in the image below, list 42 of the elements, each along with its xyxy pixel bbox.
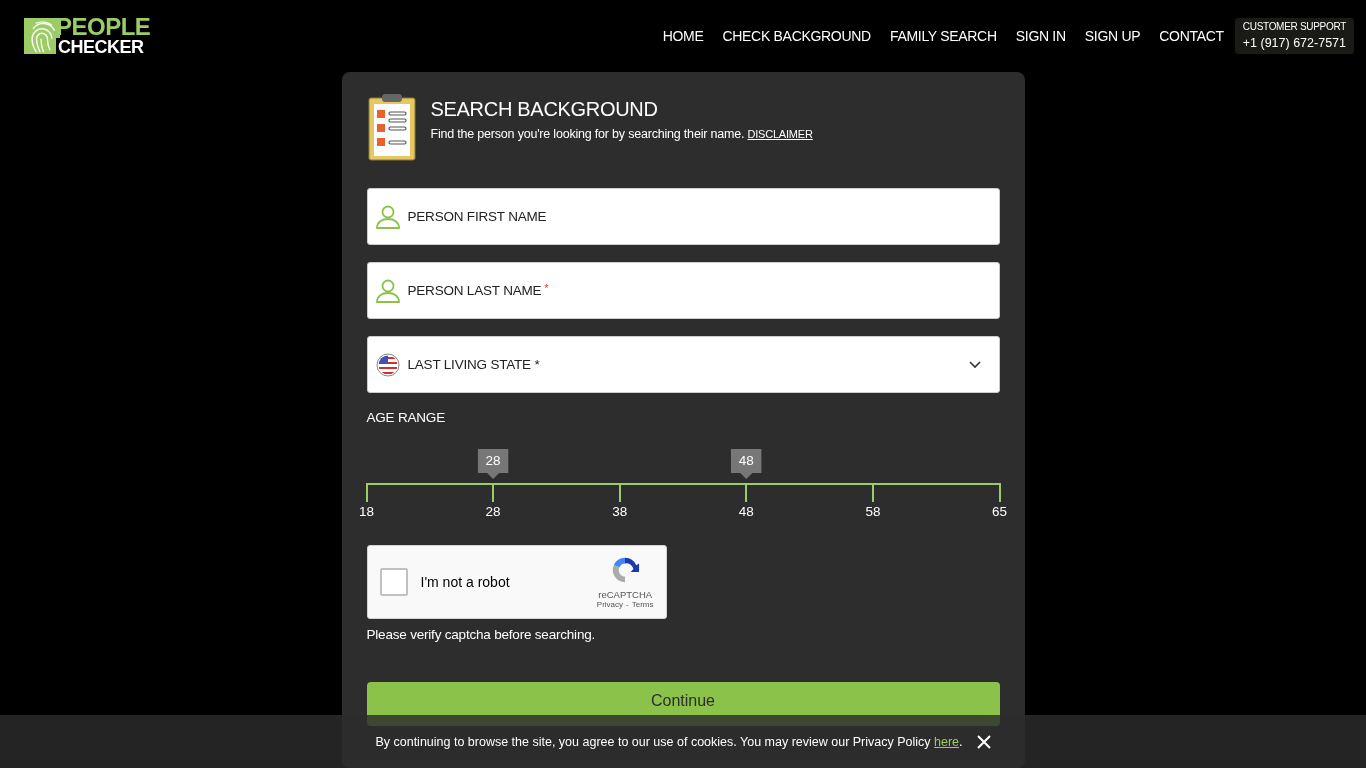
- logo-text[interactable]: PEOPLE: [56, 16, 151, 38]
- form-subtitle: Find the person you're looking for by searching their name. DISCLAIMER: [430, 127, 813, 141]
- age-range-label: AGE RANGE: [366, 410, 446, 425]
- nav-link[interactable]: SIGN IN: [1015, 28, 1066, 44]
- nav-link[interactable]: CONTACT: [1159, 28, 1224, 44]
- clipboard-icon: [366, 92, 417, 162]
- terms-link[interactable]: Terms: [631, 600, 654, 609]
- slider-handle[interactable]: 48: [730, 449, 762, 479]
- nav-link[interactable]: HOME: [662, 28, 704, 44]
- flag-icon: [375, 352, 400, 377]
- recaptcha-logo-icon: [610, 555, 641, 585]
- nav-link[interactable]: SIGN UP: [1084, 28, 1141, 44]
- tick-label: 38: [612, 504, 628, 520]
- nav-link[interactable]: FAMILY SEARCH: [889, 28, 997, 44]
- close-icon[interactable]: [976, 734, 991, 749]
- fingerprint-icon: [24, 16, 60, 56]
- input-field[interactable]: PERSON LAST NAME *: [366, 262, 1000, 319]
- tick-label: 48: [738, 504, 754, 520]
- cookie-notice-text: By continuing to browse the site, you agree to our use of cookies. You may review our Privacy Policy here.: [375, 734, 963, 749]
- captcha-error-message: Please verify captcha before searching.: [366, 627, 597, 642]
- form-title: SEARCH BACKGROUND: [430, 98, 659, 121]
- input-field[interactable]: PERSON FIRST NAME: [366, 188, 1000, 245]
- disclaimer-link[interactable]: DISCLAIMER: [747, 128, 813, 140]
- captcha-checkbox[interactable]: [379, 568, 408, 596]
- privacy-policy-link[interactable]: here: [934, 734, 960, 749]
- person-icon: [375, 203, 400, 230]
- recaptcha-brand: reCAPTCHA: [598, 589, 653, 600]
- nav-link[interactable]: CHECK BACKGROUND: [722, 28, 871, 44]
- support-box[interactable]: CUSTOMER SUPPORT +1 (917) 672-7571: [1234, 18, 1354, 54]
- slider-handle[interactable]: 28: [477, 449, 509, 479]
- support-label: CUSTOMER SUPPORT: [1242, 21, 1346, 32]
- link-separator: -: [626, 600, 629, 609]
- tick-label: 58: [865, 504, 881, 520]
- tick-label: 28: [485, 504, 501, 520]
- select-field[interactable]: LAST LIVING STATE *: [366, 336, 1000, 393]
- privacy-link[interactable]: Privacy: [596, 600, 624, 609]
- person-icon: [375, 277, 400, 304]
- tick-label: 18: [359, 504, 374, 520]
- captcha-label: I'm not a robot: [420, 574, 511, 590]
- tick-label: 65: [992, 504, 1007, 520]
- chevron-down-icon: [968, 360, 981, 369]
- phone-number: +1 (917) 672-7571: [1242, 36, 1346, 50]
